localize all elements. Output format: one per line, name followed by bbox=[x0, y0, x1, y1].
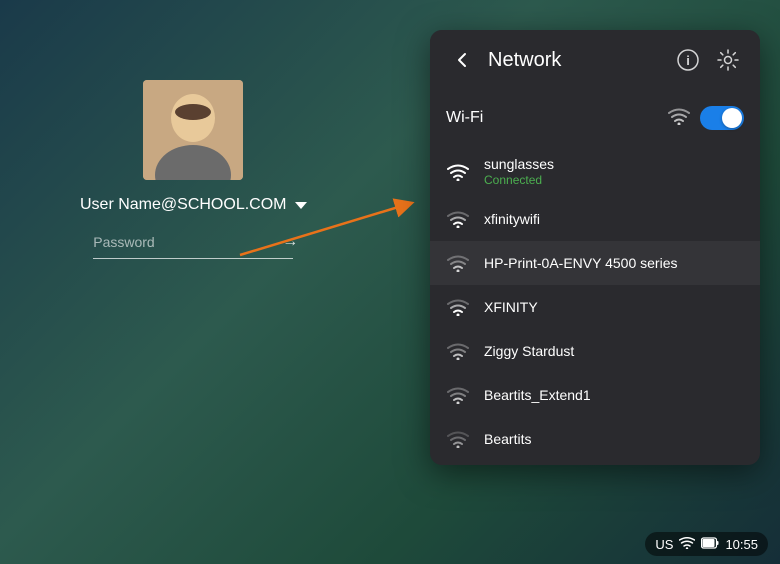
wifi-signal-icon bbox=[446, 427, 470, 451]
wifi-signal-icon bbox=[446, 160, 470, 184]
wifi-signal-icon bbox=[446, 251, 470, 275]
network-info: sunglasses Connected bbox=[484, 156, 744, 187]
info-button[interactable]: i bbox=[672, 44, 704, 76]
wifi-signal-icon bbox=[446, 383, 470, 407]
network-name: sunglasses bbox=[484, 156, 744, 172]
avatar-svg bbox=[143, 80, 243, 180]
password-submit-button[interactable]: → bbox=[282, 230, 298, 254]
taskbar-wifi-icon bbox=[679, 536, 695, 552]
wifi-icon-beartits bbox=[447, 430, 469, 448]
network-list: sunglasses Connected xfinitywifi bbox=[430, 142, 760, 465]
network-name: Beartits bbox=[484, 431, 744, 447]
battery-svg bbox=[701, 537, 719, 549]
back-button[interactable] bbox=[446, 44, 478, 76]
network-item[interactable]: Beartits bbox=[430, 417, 760, 461]
info-icon: i bbox=[677, 49, 699, 71]
network-name: Ziggy Stardust bbox=[484, 343, 744, 359]
taskbar-wifi-svg bbox=[679, 536, 695, 549]
avatar bbox=[143, 80, 243, 180]
username-label: User Name@SCHOOL.COM bbox=[80, 196, 287, 214]
network-name: HP-Print-0A-ENVY 4500 series bbox=[484, 255, 744, 271]
wifi-icon-xfinity bbox=[447, 210, 469, 228]
network-name: xfinitywifi bbox=[484, 211, 744, 227]
network-info: XFINITY bbox=[484, 299, 744, 315]
taskbar-battery-icon bbox=[701, 536, 719, 552]
network-name: XFINITY bbox=[484, 299, 744, 315]
wifi-signal-icon bbox=[446, 295, 470, 319]
wifi-icon-sunglasses bbox=[447, 163, 469, 181]
network-item[interactable]: xfinitywifi bbox=[430, 197, 760, 241]
wifi-controls bbox=[668, 106, 744, 130]
wifi-icon-xfinity2 bbox=[447, 298, 469, 316]
locale-label: US bbox=[655, 537, 673, 552]
wifi-icon-beartits-ext bbox=[447, 386, 469, 404]
network-item[interactable]: HP-Print-0A-ENVY 4500 series bbox=[430, 241, 760, 285]
settings-button[interactable] bbox=[712, 44, 744, 76]
network-item[interactable]: sunglasses Connected bbox=[430, 146, 760, 197]
wifi-icon-ziggy bbox=[447, 342, 469, 360]
time-label: 10:55 bbox=[725, 537, 758, 552]
network-info: Beartits bbox=[484, 431, 744, 447]
network-info: Beartits_Extend1 bbox=[484, 387, 744, 403]
user-dropdown-icon[interactable] bbox=[295, 202, 307, 209]
network-info: HP-Print-0A-ENVY 4500 series bbox=[484, 255, 744, 271]
wifi-toggle[interactable] bbox=[700, 106, 744, 130]
login-area: User Name@SCHOOL.COM → bbox=[80, 80, 307, 259]
wifi-signal-icon bbox=[446, 339, 470, 363]
password-row: → bbox=[93, 230, 293, 259]
network-name: Beartits_Extend1 bbox=[484, 387, 744, 403]
header-icons: i bbox=[672, 44, 744, 76]
wifi-signal-header-icon bbox=[668, 107, 690, 130]
gear-icon bbox=[717, 49, 739, 71]
username-row: User Name@SCHOOL.COM bbox=[80, 196, 307, 214]
wifi-header: Wi-Fi bbox=[446, 98, 744, 138]
wifi-section: Wi-Fi bbox=[430, 90, 760, 142]
network-info: xfinitywifi bbox=[484, 211, 744, 227]
network-item[interactable]: Ziggy Stardust bbox=[430, 329, 760, 373]
network-status: Connected bbox=[484, 173, 744, 187]
network-item[interactable]: Beartits_Extend1 bbox=[430, 373, 760, 417]
back-icon bbox=[452, 50, 472, 70]
svg-text:i: i bbox=[686, 53, 690, 68]
network-item[interactable]: XFINITY bbox=[430, 285, 760, 329]
wifi-icon-hp bbox=[447, 254, 469, 272]
panel-title: Network bbox=[488, 49, 662, 72]
taskbar: US 10:55 bbox=[645, 532, 768, 556]
network-panel: Network i bbox=[430, 30, 760, 465]
password-input[interactable] bbox=[93, 234, 274, 250]
wifi-header-icon bbox=[668, 107, 690, 125]
wifi-label: Wi-Fi bbox=[446, 109, 483, 127]
panel-header: Network i bbox=[430, 30, 760, 90]
network-info: Ziggy Stardust bbox=[484, 343, 744, 359]
wifi-signal-icon bbox=[446, 207, 470, 231]
